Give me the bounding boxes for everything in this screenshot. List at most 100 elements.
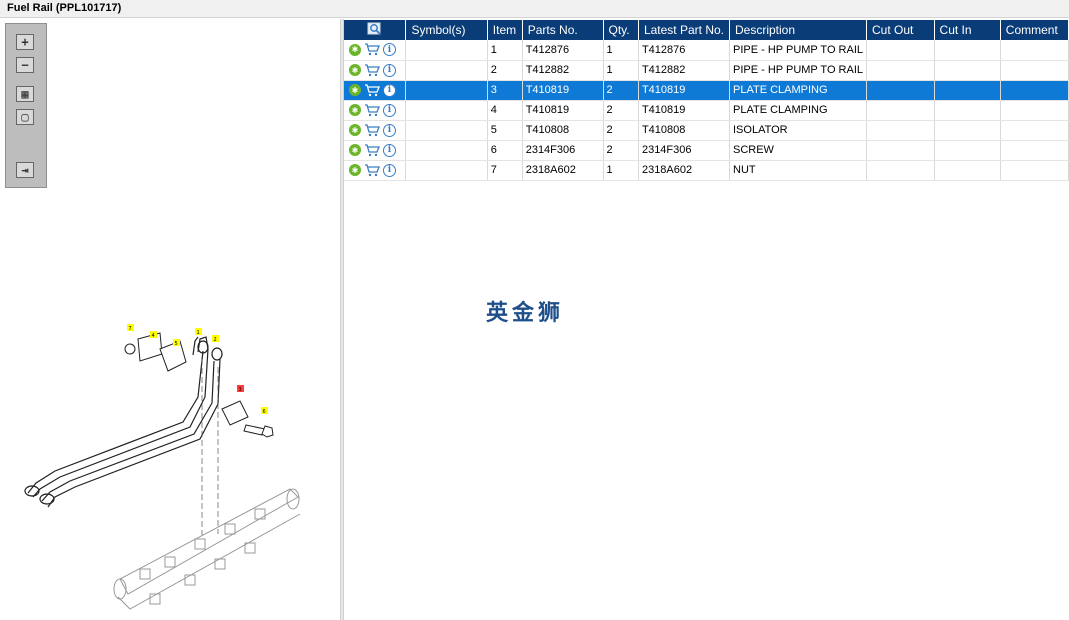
cell-comment [1000,40,1069,61]
cart-icon[interactable] [364,43,380,56]
row-actions: ✱ i [344,40,407,61]
cell-latest-part-no: 2314F306 [638,140,731,161]
table-row[interactable]: ✱ i 1 T412876 1 T412876 PIPE - HP PUMP T… [344,40,1069,61]
header-latest-part-no[interactable]: Latest Part No. [638,20,731,40]
cell-part-no: 2318A602 [522,160,604,181]
cell-cut-out [866,60,935,81]
cell-qty: 2 [603,140,639,161]
info-icon[interactable]: i [383,143,396,157]
cell-qty: 1 [603,160,639,181]
cell-description: PLATE CLAMPING [729,80,868,101]
table-row[interactable]: ✱ i 6 2314F306 2 2314F306 SCREW [344,140,1069,161]
info-icon[interactable]: i [383,103,396,117]
callout-2: 2 [214,337,217,343]
parts-table: Symbol(s) Item Parts No. Qty. Latest Par… [344,20,1069,181]
gear-icon[interactable]: ✱ [349,84,361,96]
cart-icon[interactable] [364,103,380,117]
info-icon[interactable]: i [383,163,396,177]
header-cut-out[interactable]: Cut Out [866,20,935,40]
header-qty[interactable]: Qty. [603,20,639,40]
cart-icon[interactable] [364,123,380,137]
header-item[interactable]: Item [487,20,523,40]
callout-7: 7 [129,326,132,332]
row-actions: ✱ i [344,140,407,161]
row-actions: ✱ i [344,160,407,181]
cell-part-no: T412876 [522,40,604,61]
gear-icon[interactable]: ✱ [349,64,361,76]
header-parts-no[interactable]: Parts No. [522,20,604,40]
row-actions: ✱ i [344,80,407,101]
cell-description: SCREW [729,140,868,161]
cell-item: 5 [487,120,523,141]
cart-icon[interactable] [364,143,380,157]
cell-description: ISOLATOR [729,120,868,141]
callout-3: 3 [239,387,242,393]
cell-cut-in [934,120,1001,141]
fuel-rail-diagram[interactable]: 7 4 5 1 2 3 6 [0,19,340,620]
cell-latest-part-no: T410808 [638,120,731,141]
cell-qty: 1 [603,60,639,81]
cell-comment [1000,120,1069,141]
row-actions: ✱ i [344,60,407,81]
cell-symbols [405,60,488,81]
cart-icon[interactable] [364,163,380,177]
watermark-text: 英金狮 [486,301,565,326]
table-row[interactable]: ✱ i 2 T412882 1 T412882 PIPE - HP PUMP T… [344,60,1069,81]
table-header-row: Symbol(s) Item Parts No. Qty. Latest Par… [344,20,1069,40]
cell-symbols [405,140,488,161]
cell-cut-out [866,140,935,161]
header-description[interactable]: Description [729,20,868,40]
callout-6: 6 [263,409,266,415]
diagram-pane[interactable]: + − ▦ ▢ ⇥ 7 4 5 1 2 3 6 [0,19,340,620]
cell-item: 2 [487,60,523,81]
table-row[interactable]: ✱ i 7 2318A602 1 2318A602 NUT [344,160,1069,181]
cell-cut-out [866,40,935,61]
info-icon[interactable]: i [383,63,396,77]
gear-icon[interactable]: ✱ [349,164,361,176]
table-row[interactable]: ✱ i 5 T410808 2 T410808 ISOLATOR [344,120,1069,141]
header-symbols[interactable]: Symbol(s) [405,20,488,40]
info-icon[interactable]: i [383,83,396,97]
cell-description: NUT [729,160,868,181]
info-icon[interactable]: i [383,43,396,57]
find-icon[interactable] [367,22,383,36]
cell-description: PLATE CLAMPING [729,100,868,121]
cell-item: 4 [487,100,523,121]
header-comment[interactable]: Comment [1000,20,1069,40]
cell-qty: 1 [603,40,639,61]
cell-comment [1000,100,1069,121]
cell-comment [1000,160,1069,181]
cart-icon[interactable] [364,83,380,97]
info-icon[interactable]: i [383,123,396,137]
window-title: Fuel Rail (PPL101717) [7,2,122,14]
cell-symbols [405,120,488,141]
cell-symbols [405,80,488,101]
cell-cut-in [934,100,1001,121]
cart-icon[interactable] [364,63,380,77]
cell-latest-part-no: T412882 [638,60,731,81]
row-actions: ✱ i [344,100,407,121]
cell-latest-part-no: T412876 [638,40,731,61]
header-cut-in[interactable]: Cut In [934,20,1001,40]
gear-icon[interactable]: ✱ [349,104,361,116]
header-tools[interactable] [344,20,407,40]
gear-icon[interactable]: ✱ [349,124,361,136]
gear-icon[interactable]: ✱ [349,144,361,156]
cell-qty: 2 [603,100,639,121]
cell-part-no: 2314F306 [522,140,604,161]
cell-latest-part-no: T410819 [638,80,731,101]
cell-part-no: T410819 [522,80,604,101]
cell-cut-out [866,100,935,121]
gear-icon[interactable]: ✱ [349,43,361,56]
table-row[interactable]: ✱ i 4 T410819 2 T410819 PLATE CLAMPING [344,100,1069,121]
cell-comment [1000,140,1069,161]
cell-part-no: T410819 [522,100,604,121]
row-actions: ✱ i [344,120,407,141]
callout-4: 4 [152,333,155,339]
cell-cut-in [934,40,1001,61]
cell-qty: 2 [603,120,639,141]
cell-cut-in [934,160,1001,181]
cell-cut-out [866,160,935,181]
table-row[interactable]: ✱ i 3 T410819 2 T410819 PLATE CLAMPING [344,80,1069,101]
cell-description: PIPE - HP PUMP TO RAIL [729,40,868,61]
